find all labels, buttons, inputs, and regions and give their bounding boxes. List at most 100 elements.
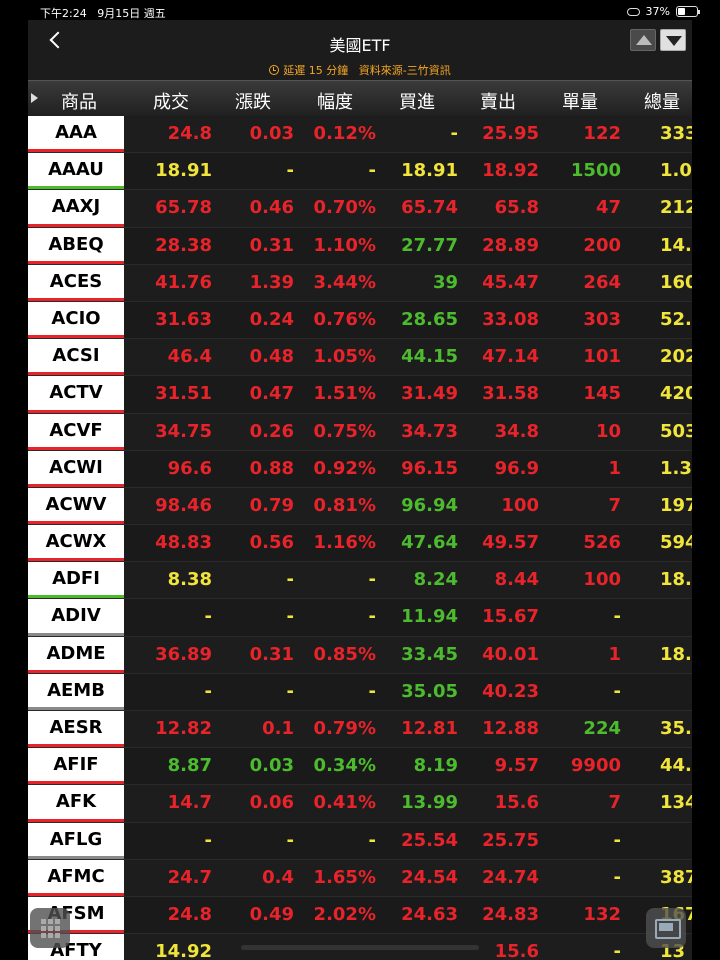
price-cell: 98.46 <box>155 494 212 516</box>
table-row[interactable]: AFSM24.80.492.02%24.6324.831321674 <box>28 896 692 935</box>
table-row[interactable]: AFK 14.7 0.06 0.41% 13.99 15.6 7 1345 <box>28 785 692 823</box>
table-header: 商品 成交 漲跌 幅度 買進 賣出 單量 總量 <box>28 80 692 116</box>
quantity-cell: - <box>613 606 621 628</box>
symbol-cell[interactable]: ACWI <box>28 450 124 487</box>
table-row[interactable]: ACVF 34.75 0.26 0.75% 34.73 34.8 10 5030 <box>28 413 692 451</box>
change-cell: 0.03 <box>249 755 294 777</box>
symbol-cell[interactable]: AESR <box>28 711 124 748</box>
volume-cell: 18.0K <box>660 569 692 591</box>
symbol-cell[interactable]: AFMC <box>28 859 124 896</box>
symbol-text: ADFI <box>52 568 100 590</box>
grid-dot <box>55 933 60 938</box>
symbol-text: ADIV <box>51 605 101 627</box>
volume-cell: 387 <box>660 866 692 888</box>
battery-fill <box>678 8 685 15</box>
table-row[interactable]: ADFI 8.38 - - 8.24 8.44 100 18.0K <box>28 562 692 600</box>
header-quantity[interactable]: 單量 <box>562 88 598 114</box>
status-time-date: 下午2:24 9月15日 週五 <box>40 5 166 21</box>
change-cell: - <box>286 606 294 628</box>
price-cell: 14.7 <box>167 792 212 814</box>
symbol-cell[interactable]: ABEQ <box>28 227 124 264</box>
volume-cell: 52.8K <box>660 308 692 330</box>
symbol-text: ACES <box>49 270 103 292</box>
quote-table: AAA 24.8 0.03 0.12% -25.95 122 333 AAAU 18.91 - - 1… <box>28 116 692 960</box>
symbol-cell[interactable]: AEMB <box>28 673 124 710</box>
header-bid[interactable]: 買進 <box>399 88 435 114</box>
table-row[interactable]: AAA 24.8 0.03 0.12% - 25.95 122 333 <box>28 116 692 154</box>
table-row[interactable]: ACIO 31.63 0.24 0.76% 28.65 33.08 303 52.8K <box>28 301 692 340</box>
table-row[interactable]: ACSI 46.4 0.48 1.05% 44.15 47.14 101 202 <box>28 339 692 377</box>
header-change[interactable]: 漲跌 <box>235 88 271 114</box>
quantity-cell: 10 <box>595 420 621 442</box>
table-row[interactable]: AAXJ 65.78 0.46 0.70% 65.74 65.8 47 212K <box>28 190 692 228</box>
ask-cell: 8.44 <box>494 569 539 591</box>
symbol-cell[interactable]: ADFI <box>28 562 124 599</box>
change-cell: 0.06 <box>249 792 294 814</box>
symbol-cell[interactable]: AAXJ <box>28 190 124 227</box>
header-price[interactable]: 成交 <box>153 88 189 114</box>
price-cell: 48.83 <box>155 532 212 554</box>
percent-cell: - <box>368 569 376 591</box>
table-row[interactable]: ACES 41.76 1.39 3.44% 39 45.47 264 160K <box>28 264 692 302</box>
symbol-cell[interactable]: ACSI <box>28 339 124 376</box>
price-cell: 46.4 <box>167 346 212 368</box>
ask-cell: 40.01 <box>482 643 539 665</box>
bid-cell: 33.45 <box>401 643 458 665</box>
grid-menu-icon[interactable] <box>30 908 70 948</box>
quantity-cell: 224 <box>583 718 621 739</box>
table-row[interactable]: ADME 36.89 0.31 0.85% 33.45 40.01 1 18.6K <box>28 636 692 674</box>
quantity-cell: 1 <box>608 643 621 665</box>
bid-cell: 12.81 <box>401 718 458 739</box>
change-cell: 0.49 <box>249 903 294 925</box>
table-row[interactable]: ABEQ 28.38 0.31 1.10% 27.77 28.89 200 14.4K <box>28 227 692 265</box>
symbol-cell[interactable]: ADME <box>28 636 124 673</box>
price-cell: 12.82 <box>155 718 212 739</box>
status-time: 下午2:24 <box>40 7 87 20</box>
symbol-cell[interactable]: AAA <box>28 116 124 153</box>
symbol-cell[interactable]: ACES <box>28 264 124 301</box>
symbol-cell[interactable]: ACWX <box>28 525 124 562</box>
volume-cell: 1.34M <box>660 457 692 479</box>
page-down-button[interactable] <box>660 29 686 51</box>
table-row[interactable]: ACWX 48.83 0.56 1.16% 47.64 49.57 526 594K <box>28 525 692 563</box>
table-row[interactable]: ADIV - - - 11.94 15.67 - <box>28 599 692 637</box>
table-row[interactable]: AESR 12.82 0.1 0.79% 12.81 12.88 224 35.0K <box>28 711 692 749</box>
table-row[interactable]: AEMB - - - 35.05 40.23 - <box>28 673 692 711</box>
status-right: 37% <box>626 5 700 18</box>
price-cell: - <box>204 680 212 702</box>
symbol-cell[interactable]: ACTV <box>28 376 124 413</box>
table-row[interactable]: AAAU 18.91 - - 18.91 18.92 1500 1.08M <box>28 153 692 191</box>
ask-cell: 24.74 <box>482 866 539 888</box>
volume-cell: 212K <box>660 197 692 219</box>
volume-cell: 1345 <box>660 792 692 814</box>
change-cell: - <box>286 569 294 591</box>
table-row[interactable]: AFMC 24.7 0.4 1.65% 24.54 24.74 - 387 <box>28 859 692 897</box>
screen-icon[interactable] <box>646 908 686 948</box>
symbol-cell[interactable]: ACVF <box>28 413 124 450</box>
symbol-cell[interactable]: ADIV <box>28 599 124 636</box>
symbol-cell[interactable]: AAAU <box>28 153 124 190</box>
change-cell: - <box>286 829 294 851</box>
symbol-cell[interactable]: AFIF <box>28 748 124 785</box>
table-row[interactable]: ACWV 98.46 0.79 0.81% 96.94 100 7 197K <box>28 487 692 526</box>
symbol-cell[interactable]: ACWV <box>28 487 124 525</box>
table-row[interactable]: ACWI 96.6 0.88 0.92% 96.15 96.9 1 1.34M <box>28 450 692 488</box>
volume-cell: 594K <box>660 532 692 554</box>
play-icon[interactable] <box>31 93 38 103</box>
symbol-cell[interactable]: AFK <box>28 785 124 822</box>
header-volume[interactable]: 總量 <box>644 88 680 114</box>
symbol-cell[interactable]: ACIO <box>28 301 124 339</box>
symbol-text: AAAU <box>48 159 104 181</box>
table-row[interactable]: AFIF 8.87 0.03 0.34% 8.19 9.57 9900 44.4K <box>28 748 692 786</box>
table-row[interactable]: AFLG - - - 25.54 25.75 - <box>28 822 692 860</box>
header-symbol[interactable]: 商品 <box>61 88 97 114</box>
price-cell: 18.91 <box>155 160 212 182</box>
page-up-button[interactable] <box>630 29 656 51</box>
header-percent[interactable]: 幅度 <box>317 88 353 114</box>
bid-cell: 35.05 <box>401 680 458 702</box>
symbol-cell[interactable]: AFLG <box>28 822 124 859</box>
quantity-cell: - <box>613 866 621 888</box>
table-row[interactable]: ACTV 31.51 0.47 1.51% 31.49 31.58 145 4207 <box>28 376 692 414</box>
header-ask[interactable]: 賣出 <box>480 88 516 114</box>
change-cell: 0.31 <box>249 234 294 256</box>
